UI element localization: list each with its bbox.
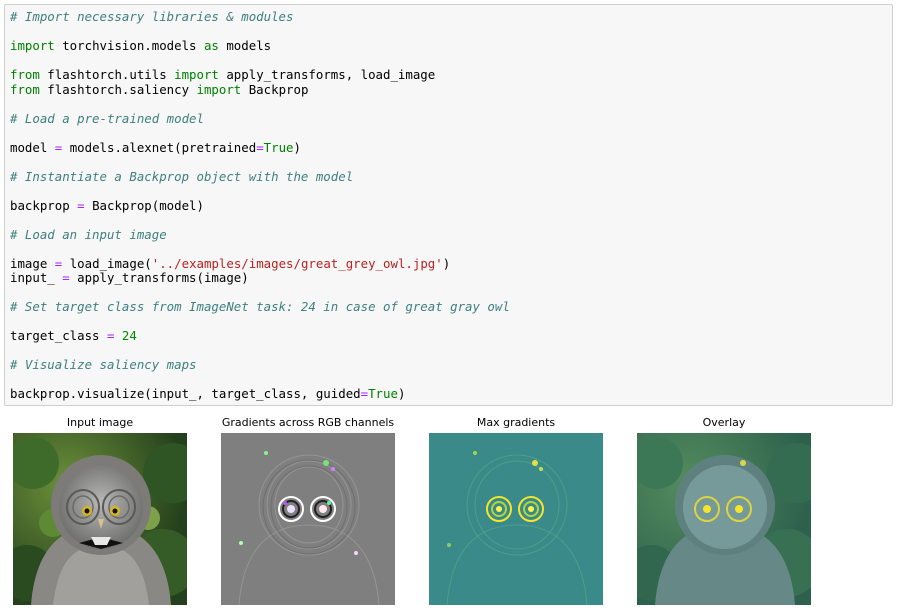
code-text: flashtorch.saliency bbox=[39, 81, 197, 97]
code-keyword: import bbox=[10, 38, 55, 53]
code-line: target_class = 24 bbox=[10, 328, 137, 343]
figure-overlay: Overlay bbox=[637, 414, 811, 605]
code-builtin: True bbox=[263, 139, 294, 155]
code-line: backprop = Backprop(model) bbox=[10, 198, 204, 213]
code-comment: # Load an input image bbox=[10, 226, 167, 242]
max-gradients-image bbox=[429, 433, 603, 605]
code-text: target_class bbox=[10, 328, 107, 343]
code-line: from flashtorch.saliency import Backprop bbox=[10, 82, 308, 97]
code-text: backprop.visualize(input_, target_class,… bbox=[10, 386, 361, 401]
code-text: ) bbox=[397, 386, 406, 401]
code-keyword: from bbox=[10, 67, 40, 82]
code-line: # Visualize saliency maps bbox=[10, 357, 197, 372]
code-line: # Load a pre-trained model bbox=[10, 111, 204, 126]
owl-photo-image bbox=[13, 433, 187, 605]
figure-title: Input image bbox=[66, 416, 134, 429]
figure-title: Max gradients bbox=[476, 416, 556, 429]
code-string: '../examples/images/great_grey_owl.jpg' bbox=[151, 255, 443, 271]
code-text: apply_transforms, load_image bbox=[218, 67, 436, 82]
figure-input-image: Input image bbox=[13, 414, 187, 605]
code-cell[interactable]: # Import necessary libraries & modules i… bbox=[4, 4, 893, 406]
code-comment: # Import necessary libraries & modules bbox=[10, 9, 294, 24]
code-keyword: import bbox=[196, 81, 242, 97]
code-line: import torchvision.models as models bbox=[10, 38, 271, 53]
figure-max-gradients: Max gradients bbox=[429, 414, 603, 605]
figure-rgb-gradients: Gradients across RGB channels bbox=[221, 414, 395, 605]
code-comment: # Set target class from ImageNet task: 2… bbox=[10, 299, 510, 314]
code-line: model = models.alexnet(pretrained=True) bbox=[10, 140, 301, 155]
code-text: ) bbox=[293, 139, 301, 155]
code-keyword: as bbox=[203, 38, 219, 53]
code-line: # Import necessary libraries & modules bbox=[10, 9, 293, 24]
code-text: models bbox=[218, 38, 272, 53]
code-operator: = bbox=[360, 386, 369, 401]
figure-title: Overlay bbox=[702, 416, 746, 429]
code-line: # Load an input image bbox=[10, 227, 167, 242]
code-text: model bbox=[10, 139, 55, 155]
code-comment: # Instantiate a Backprop object with the… bbox=[10, 168, 354, 184]
overlay-image bbox=[637, 433, 811, 605]
code-text: Backprop bbox=[241, 81, 309, 97]
code-keyword: import bbox=[174, 67, 219, 82]
code-text: Backprop(model) bbox=[84, 197, 204, 213]
rgb-gradients-image bbox=[221, 433, 395, 605]
code-text: backprop bbox=[10, 197, 78, 213]
code-line: # Set target class from ImageNet task: 2… bbox=[10, 299, 510, 314]
code-line: backprop.visualize(input_, target_class,… bbox=[10, 386, 405, 401]
code-line: input_ = apply_transforms(image) bbox=[10, 270, 249, 285]
code-text: input_ bbox=[10, 270, 63, 285]
code-operator: = bbox=[62, 270, 70, 285]
code-number: 24 bbox=[114, 328, 137, 343]
code-builtin: True bbox=[368, 386, 398, 401]
code-editor[interactable]: # Import necessary libraries & modules i… bbox=[5, 5, 892, 402]
code-comment: # Load a pre-trained model bbox=[10, 110, 204, 126]
code-text: load_image( bbox=[62, 255, 152, 271]
code-comment: # Visualize saliency maps bbox=[10, 357, 197, 372]
code-keyword: from bbox=[10, 81, 40, 97]
code-text: apply_transforms(image) bbox=[69, 270, 249, 285]
code-operator: = bbox=[256, 139, 264, 155]
code-line: # Instantiate a Backprop object with the… bbox=[10, 169, 353, 184]
code-text: image bbox=[10, 255, 55, 271]
code-text: flashtorch.utils bbox=[39, 67, 175, 82]
code-line: image = load_image('../examples/images/g… bbox=[10, 256, 450, 271]
figure-title: Gradients across RGB channels bbox=[221, 416, 395, 429]
code-text: models.alexnet(pretrained bbox=[62, 139, 257, 155]
code-text: ) bbox=[442, 255, 451, 271]
code-line: from flashtorch.utils import apply_trans… bbox=[10, 67, 435, 82]
code-text: torchvision.models bbox=[54, 38, 204, 53]
code-operator: = bbox=[77, 197, 85, 213]
